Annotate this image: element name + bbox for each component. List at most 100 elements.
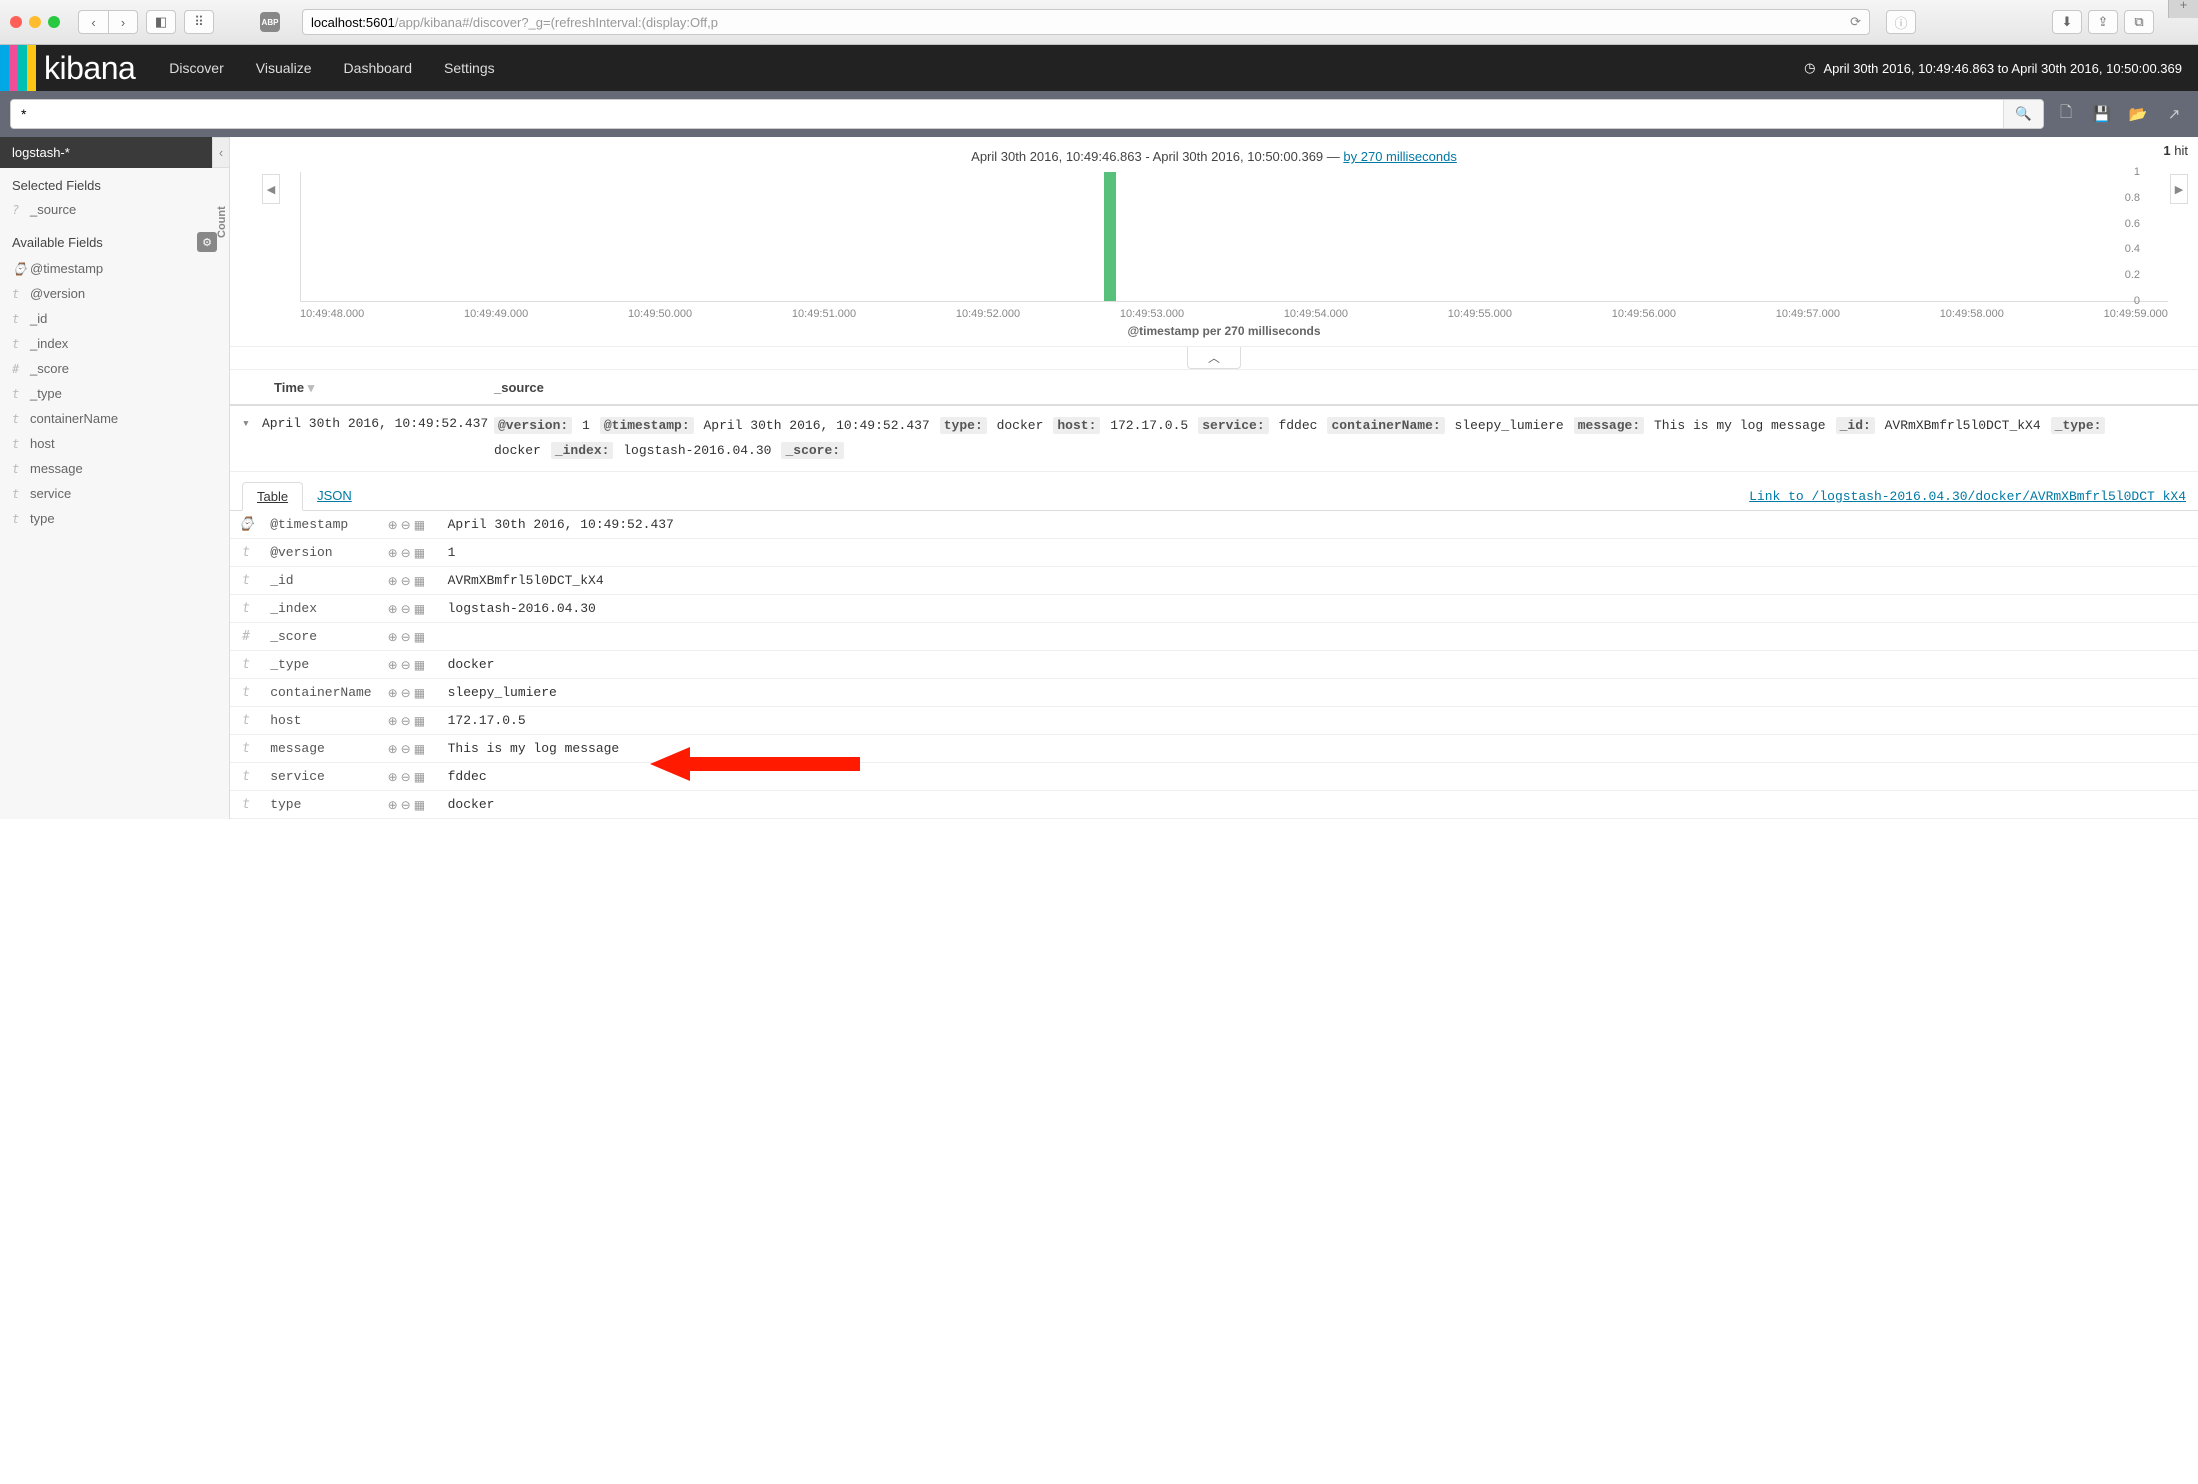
share-button[interactable]: ⇪: [2088, 10, 2118, 34]
field-@version[interactable]: t@version: [0, 281, 229, 306]
chart-scroll-left[interactable]: ◀: [262, 174, 280, 204]
zoom-in-icon[interactable]: ⊕: [388, 798, 398, 812]
field-service[interactable]: tservice: [0, 481, 229, 506]
zoom-in-icon[interactable]: ⊕: [388, 658, 398, 672]
search-button[interactable]: 🔍: [2003, 100, 2043, 128]
toggle-column-icon[interactable]: ▦: [414, 798, 425, 812]
toggle-column-icon[interactable]: ▦: [414, 546, 425, 560]
nav-dashboard[interactable]: Dashboard: [328, 45, 429, 91]
chart-scroll-right[interactable]: ▶: [2170, 174, 2188, 204]
toggle-column-icon[interactable]: ▦: [414, 518, 425, 532]
field-type-icon: t: [12, 437, 24, 451]
zoom-in-icon[interactable]: ⊕: [388, 770, 398, 784]
zoom-in-icon[interactable]: ⊕: [388, 574, 398, 588]
index-pattern-selector[interactable]: logstash-* ‹: [0, 137, 229, 168]
zoom-in-icon[interactable]: ⊕: [388, 742, 398, 756]
save-search-button[interactable]: 💾: [2088, 100, 2116, 128]
detail-tab-table[interactable]: Table: [242, 482, 303, 511]
zoom-out-icon[interactable]: ⊖: [401, 714, 411, 728]
new-search-button[interactable]: 🗋: [2052, 100, 2080, 128]
toggle-column-icon[interactable]: ▦: [414, 742, 425, 756]
zoom-out-icon[interactable]: ⊖: [401, 686, 411, 700]
tabs-button[interactable]: ⧉: [2124, 10, 2154, 34]
field-type-icon: t: [12, 487, 24, 501]
zoom-out-icon[interactable]: ⊖: [401, 658, 411, 672]
maximize-window[interactable]: [48, 16, 60, 28]
nav-discover[interactable]: Discover: [153, 45, 239, 91]
collapse-sidebar-button[interactable]: ‹: [212, 137, 230, 168]
minimize-window[interactable]: [29, 16, 41, 28]
x-tick: 10:49:50.000: [628, 308, 692, 320]
zoom-out-icon[interactable]: ⊖: [401, 546, 411, 560]
toggle-column-icon[interactable]: ▦: [414, 714, 425, 728]
zoom-in-icon[interactable]: ⊕: [388, 546, 398, 560]
field-settings-button[interactable]: ⚙: [197, 232, 217, 252]
y-tick: 0.8: [2125, 192, 2140, 204]
top-sites-button[interactable]: ⠿: [184, 10, 214, 34]
column-time[interactable]: Time ▾: [274, 380, 494, 396]
back-button[interactable]: ‹: [78, 10, 108, 34]
collapse-histogram-button[interactable]: ︿: [1187, 347, 1241, 369]
field-_source[interactable]: ?_source: [0, 197, 229, 222]
histogram-bar[interactable]: [1104, 172, 1116, 301]
zoom-in-icon[interactable]: ⊕: [388, 602, 398, 616]
field-actions: ⊕⊖▦: [380, 707, 440, 735]
share-search-button[interactable]: ↗: [2160, 100, 2188, 128]
field-host[interactable]: thost: [0, 431, 229, 456]
zoom-out-icon[interactable]: ⊖: [401, 798, 411, 812]
abp-icon[interactable]: ABP: [260, 12, 280, 32]
zoom-in-icon[interactable]: ⊕: [388, 630, 398, 644]
column-source[interactable]: _source: [494, 380, 544, 396]
field-_index[interactable]: t_index: [0, 331, 229, 356]
toggle-column-icon[interactable]: ▦: [414, 658, 425, 672]
zoom-out-icon[interactable]: ⊖: [401, 770, 411, 784]
field-_score[interactable]: #_score: [0, 356, 229, 381]
field-message[interactable]: tmessage: [0, 456, 229, 481]
field-type-icon: t: [12, 312, 24, 326]
selected-fields-header: Selected Fields: [0, 168, 229, 197]
new-tab-button[interactable]: +: [2168, 0, 2198, 18]
sort-desc-icon: ▾: [308, 380, 315, 395]
zoom-out-icon[interactable]: ⊖: [401, 574, 411, 588]
kibana-logo[interactable]: kibana: [0, 45, 153, 91]
toggle-column-icon[interactable]: ▦: [414, 770, 425, 784]
address-bar[interactable]: localhost:5601/app/kibana#/discover?_g=(…: [302, 9, 1870, 35]
field-type-icon: ?: [12, 203, 24, 217]
toggle-column-icon[interactable]: ▦: [414, 630, 425, 644]
close-window[interactable]: [10, 16, 22, 28]
field-actions: ⊕⊖▦: [380, 595, 440, 623]
zoom-out-icon[interactable]: ⊖: [401, 602, 411, 616]
sidebar-toggle-button[interactable]: ◧: [146, 10, 176, 34]
detail-tab-json[interactable]: JSON: [303, 482, 366, 510]
field-value-cell: sleepy_lumiere: [440, 679, 2198, 707]
field-@timestamp[interactable]: ⌚@timestamp: [0, 256, 229, 281]
zoom-out-icon[interactable]: ⊖: [401, 518, 411, 532]
zoom-out-icon[interactable]: ⊖: [401, 630, 411, 644]
doc-permalink[interactable]: Link to /logstash-2016.04.30/docker/AVRm…: [1749, 489, 2186, 504]
toggle-column-icon[interactable]: ▦: [414, 602, 425, 616]
toggle-column-icon[interactable]: ▦: [414, 686, 425, 700]
expand-row-button[interactable]: ▾: [242, 414, 262, 463]
y-tick: 0.4: [2125, 243, 2140, 255]
zoom-in-icon[interactable]: ⊕: [388, 518, 398, 532]
field-_type[interactable]: t_type: [0, 381, 229, 406]
interval-link[interactable]: by 270 milliseconds: [1343, 149, 1456, 164]
field-type[interactable]: ttype: [0, 506, 229, 531]
zoom-in-icon[interactable]: ⊕: [388, 714, 398, 728]
field-containerName[interactable]: tcontainerName: [0, 406, 229, 431]
open-search-button[interactable]: 📂: [2124, 100, 2152, 128]
x-tick: 10:49:58.000: [1940, 308, 2004, 320]
zoom-out-icon[interactable]: ⊖: [401, 742, 411, 756]
logo-stripe: [0, 45, 9, 91]
toggle-column-icon[interactable]: ▦: [414, 574, 425, 588]
forward-button[interactable]: ›: [108, 10, 138, 34]
zoom-in-icon[interactable]: ⊕: [388, 686, 398, 700]
reader-button[interactable]: ⓘ: [1886, 10, 1916, 34]
nav-visualize[interactable]: Visualize: [240, 45, 328, 91]
query-input[interactable]: [11, 100, 2003, 128]
nav-settings[interactable]: Settings: [428, 45, 511, 91]
downloads-button[interactable]: ⬇: [2052, 10, 2082, 34]
field-_id[interactable]: t_id: [0, 306, 229, 331]
time-range-picker[interactable]: ◷ April 30th 2016, 10:49:46.863 to April…: [1788, 60, 2198, 76]
reload-icon[interactable]: ⟳: [1850, 14, 1861, 30]
